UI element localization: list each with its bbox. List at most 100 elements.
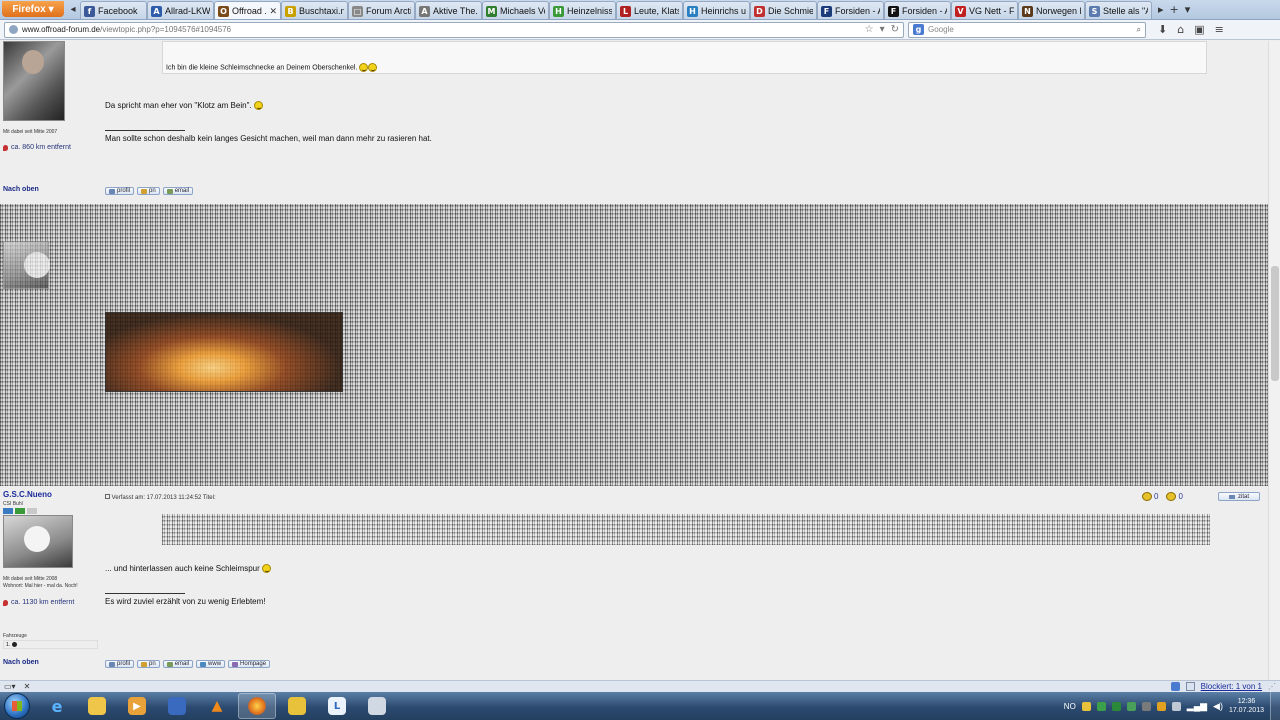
network-signal-icon[interactable]: ▂▄▆ (1187, 701, 1207, 712)
tab-scroll-left-button[interactable]: ◂ (66, 0, 80, 19)
profil-button[interactable]: profil (105, 660, 135, 668)
www-button[interactable]: www (196, 660, 226, 668)
browser-tab[interactable]: HHeinrichs u... (683, 1, 750, 19)
pn-button[interactable]: pn (137, 187, 160, 195)
username-link[interactable]: G.S.C.Nueno (3, 490, 52, 499)
bookmark-star-icon[interactable]: ☆ (865, 24, 874, 35)
tray-icon[interactable] (1081, 701, 1091, 711)
browser-tab[interactable]: DDie Schmier... (750, 1, 817, 19)
search-icon[interactable]: ⌕ (1137, 25, 1141, 35)
location-pin-icon (3, 144, 8, 151)
addon-icon[interactable]: ▣ (1194, 23, 1204, 36)
tray-icon[interactable] (1156, 701, 1166, 711)
browser-tab[interactable]: VVG Nett - F... (951, 1, 1018, 19)
tab-label: Forum Arcti... (366, 6, 411, 16)
page-icon: D (754, 5, 765, 17)
thumbs-down-icon[interactable] (1166, 492, 1177, 501)
download-icon[interactable]: ⬇ (1158, 23, 1167, 36)
pn-button[interactable]: pn (137, 660, 160, 668)
browser-tab[interactable]: FForsiden - A... (884, 1, 951, 19)
menu-icon[interactable]: ≡ (1215, 23, 1224, 36)
browser-tab[interactable]: SStelle als "A... (1085, 1, 1152, 19)
tab-label: Die Schmier... (768, 6, 813, 16)
taskbar-skype[interactable]: L (318, 693, 356, 719)
email-button[interactable]: email (162, 187, 194, 195)
quote-button[interactable]: zitat (1218, 492, 1260, 501)
back-to-top-link[interactable]: Nach oben (3, 186, 39, 193)
volume-icon[interactable]: ◀) (1213, 701, 1223, 712)
home-icon[interactable]: ⌂ (1177, 23, 1184, 36)
reload-icon[interactable]: ↻ (891, 24, 899, 35)
taskbar-vlc[interactable]: ▲ (198, 693, 236, 719)
profil-button[interactable]: profil (105, 187, 135, 195)
tray-icon[interactable] (1126, 701, 1136, 711)
browser-tab[interactable]: f Facebook (80, 1, 147, 19)
tray-icon[interactable] (1096, 701, 1106, 711)
browser-tab[interactable]: A Aktive The... (415, 1, 482, 19)
tab-list-button[interactable]: ▾ (1185, 3, 1191, 16)
tab-label: Offroad ... (232, 6, 266, 16)
show-desktop-button[interactable] (1270, 692, 1280, 720)
dropdown-arrow-icon[interactable]: ▾ (880, 24, 885, 35)
browser-tab[interactable]: FForsiden - A... (817, 1, 884, 19)
button-label: www (208, 661, 222, 667)
smiley-icon (262, 564, 271, 574)
addon-menu-icon[interactable]: ▭▾ (4, 682, 16, 691)
hompage-icon (232, 661, 239, 667)
thumbs-up-icon[interactable] (1142, 492, 1152, 501)
quote-icon (1228, 494, 1235, 499)
tray-icon[interactable] (1171, 701, 1181, 711)
post-body: Da spricht man eher von "Klotz am Bein". (105, 101, 263, 111)
tab-label: Forsiden - A... (902, 6, 947, 16)
browser-tab[interactable]: BBuschtaxi.n... (281, 1, 348, 19)
language-indicator[interactable]: NO (1064, 702, 1076, 711)
clock[interactable]: 12:36 17.07.2013 (1229, 697, 1264, 715)
tray-icon[interactable] (1141, 701, 1151, 711)
taskbar-chart-app[interactable] (358, 693, 396, 719)
rank-badges (3, 508, 37, 514)
blocked-popup-link[interactable]: Blockiert: 1 von 1 (1201, 682, 1262, 691)
tab-scroll-right-button[interactable]: ▸ (1158, 3, 1164, 16)
taskbar-lock-app[interactable] (278, 693, 316, 719)
resize-grip-icon[interactable]: ⋰ (1268, 682, 1276, 691)
start-button[interactable] (4, 693, 30, 719)
member-since: Mit dabei seit Mitte 2008 Wohnort: Mal h… (3, 576, 78, 589)
quote-text: Ich bin die kleine Schleimschnecke an De… (166, 63, 378, 72)
globe-icon (9, 25, 18, 34)
tray-icon[interactable] (1111, 701, 1121, 711)
browser-tab[interactable]: HHeinzelniss... (549, 1, 616, 19)
browser-tab[interactable]: MMichaels Vo... (482, 1, 549, 19)
taskbar-explorer[interactable] (78, 693, 116, 719)
firefox-menu-button[interactable]: Firefox ▾ (2, 1, 64, 17)
browser-tab[interactable]: OOffroad ...✕ (214, 1, 281, 19)
search-input[interactable]: g Google ⌕ (908, 21, 1146, 38)
url-bar[interactable]: www.offroad-forum.de/viewtopic.php?p=109… (4, 21, 904, 38)
vehicles-label: Fahrzeuge (3, 633, 27, 639)
taskbar-network-app[interactable] (158, 693, 196, 719)
page-icon: A (419, 5, 430, 17)
addon-bar: ▭▾ ✕ Blockiert: 1 von 1 ⋰ (0, 680, 1280, 692)
popup-blocked-icon[interactable] (1185, 682, 1195, 691)
close-icon[interactable]: ✕ (24, 682, 31, 691)
vertical-scrollbar[interactable] (1268, 41, 1280, 680)
scroll-thumb[interactable] (1271, 266, 1279, 381)
translate-icon[interactable] (1170, 682, 1180, 691)
tab-label: Heinzelniss... (567, 6, 612, 16)
browser-tab[interactable]: AAllrad-LKW... (147, 1, 214, 19)
avatar (3, 515, 73, 568)
taskbar-internet-explorer[interactable]: e (38, 693, 76, 719)
email-button[interactable]: email (162, 660, 194, 668)
browser-tab[interactable]: NNorwegen F... (1018, 1, 1085, 19)
post-meta: Verfasst am: 17.07.2013 11:24:52 Titel: (105, 494, 216, 501)
taskbar-firefox[interactable] (238, 693, 276, 719)
browser-tab[interactable]: LLeute, Klats... (616, 1, 683, 19)
close-tab-icon[interactable]: ✕ (269, 6, 277, 17)
hompage-button[interactable]: Hompage (228, 660, 271, 668)
browser-tab[interactable]: □Forum Arcti... (348, 1, 415, 19)
taskbar-media-player[interactable]: ▶ (118, 693, 156, 719)
location-pin-icon (3, 599, 8, 606)
page-icon: S (1089, 5, 1100, 17)
tab-strip: fFacebookAAllrad-LKW...OOffroad ...✕BBus… (80, 0, 1152, 19)
back-to-top-link[interactable]: Nach oben (3, 659, 39, 666)
new-tab-button[interactable]: + (1170, 3, 1179, 16)
